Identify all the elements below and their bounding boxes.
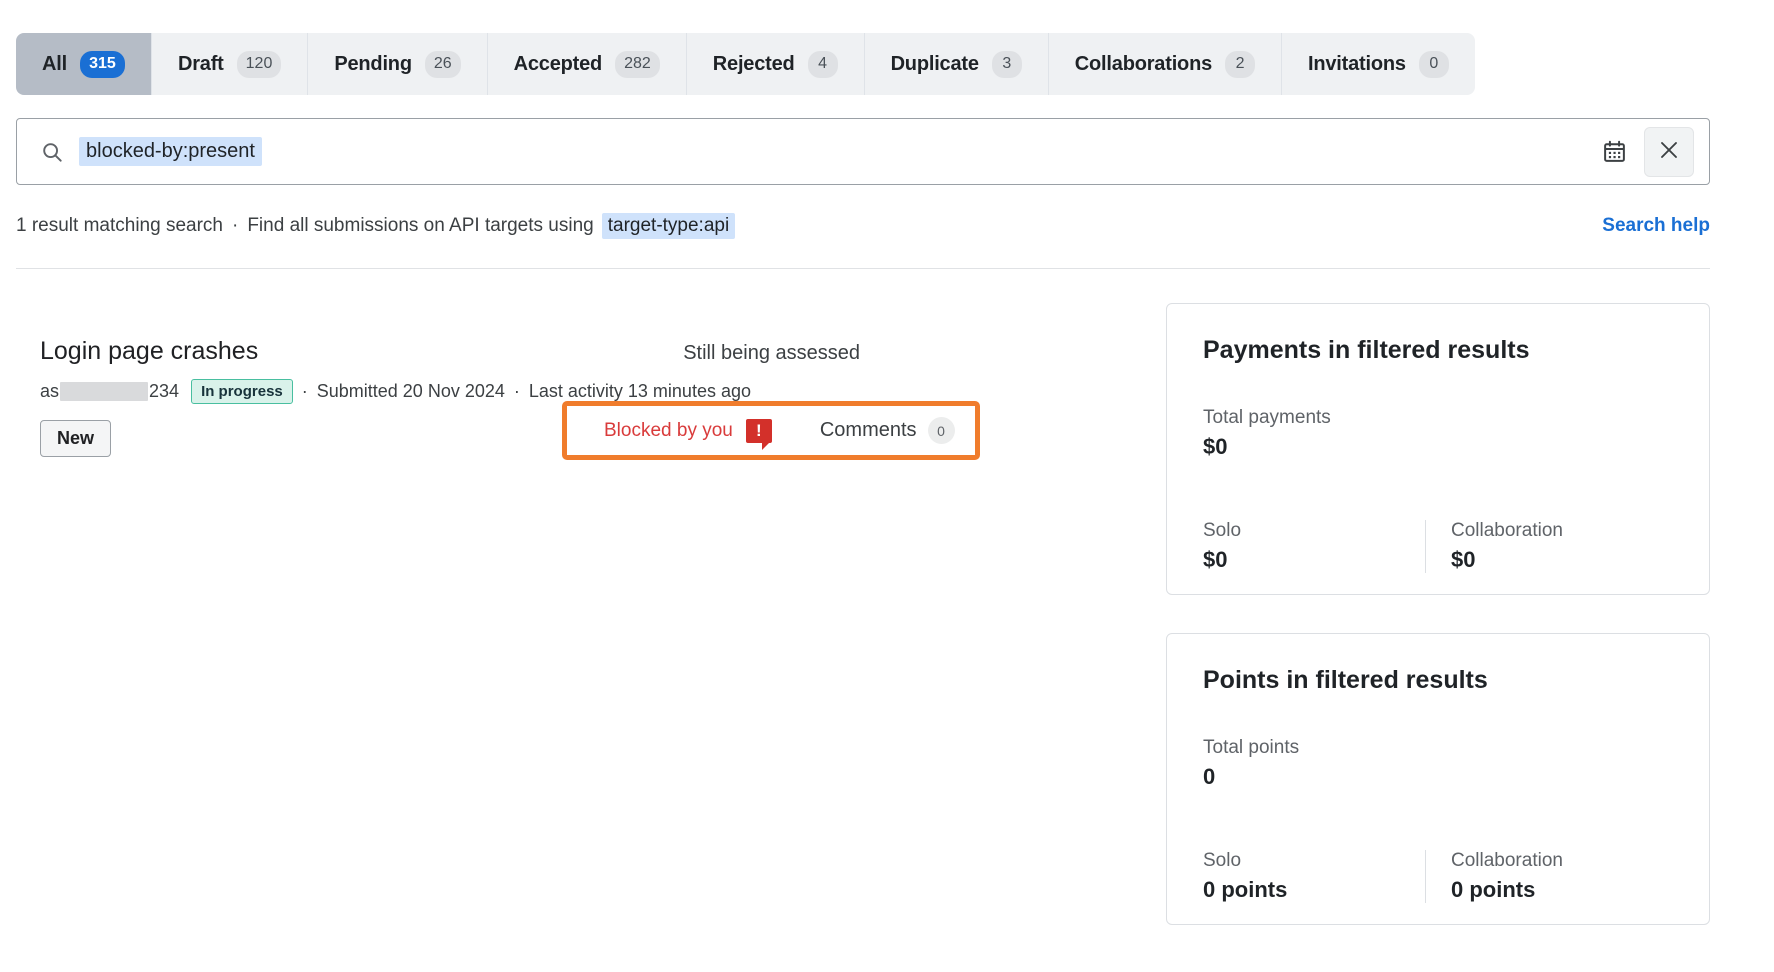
search-help-link[interactable]: Search help: [1602, 215, 1710, 237]
payments-split: Solo $0 Collaboration $0: [1203, 520, 1673, 573]
tab-duplicate-count: 3: [991, 50, 1022, 78]
tab-all[interactable]: All 315: [16, 33, 152, 95]
tab-collaborations-count: 2: [1225, 50, 1256, 78]
last-activity: Last activity 13 minutes ago: [528, 381, 751, 401]
status-badge: In progress: [191, 379, 293, 404]
payments-solo-value: $0: [1203, 547, 1228, 572]
submissions-page: All 315 Draft 120 Pending 26 Accepted 28…: [0, 0, 1774, 972]
calendar-icon[interactable]: [1594, 132, 1634, 172]
points-total-label: Total points: [1203, 737, 1300, 758]
blocked-highlight-box: Blocked by you ! Comments 0: [562, 401, 980, 460]
submission-handle-suffix: 234: [149, 381, 180, 401]
payments-total-block: Total payments $0: [1203, 407, 1673, 460]
redacted-handle: [60, 382, 149, 401]
tab-accepted[interactable]: Accepted 282: [487, 33, 687, 95]
clear-search-button[interactable]: [1644, 126, 1694, 177]
alert-bubble-icon: !: [745, 418, 772, 450]
payments-collab-block: Collaboration $0: [1425, 520, 1673, 573]
tab-invitations-label: Invitations: [1308, 52, 1406, 75]
search-hint-text: Find all submissions on API targets usin…: [247, 215, 594, 236]
payments-collab-label: Collaboration: [1451, 520, 1563, 541]
tab-draft-count: 120: [236, 50, 282, 78]
points-collab-value: 0 points: [1451, 877, 1536, 902]
exclamation-glyph: !: [756, 421, 762, 440]
points-card-title: Points in filtered results: [1203, 666, 1488, 694]
tab-rejected[interactable]: Rejected 4: [686, 33, 865, 95]
tab-pending-count: 26: [424, 50, 461, 78]
payments-solo-block: Solo $0: [1203, 520, 1425, 573]
search-bar[interactable]: blocked-by:present: [16, 118, 1710, 185]
result-count-text: 1 result matching search: [16, 215, 223, 236]
payments-card-title: Payments in filtered results: [1203, 336, 1530, 364]
tab-all-label: All: [42, 52, 67, 75]
search-hint-token[interactable]: target-type:api: [601, 213, 736, 239]
tab-collaborations-label: Collaborations: [1074, 52, 1213, 75]
payments-total-value: $0: [1203, 434, 1228, 459]
blocked-by-you-indicator[interactable]: Blocked by you !: [604, 418, 772, 450]
tab-pending-label: Pending: [334, 52, 412, 75]
submitted-date: Submitted 20 Nov 2024: [316, 381, 505, 401]
tab-duplicate[interactable]: Duplicate 3: [864, 33, 1049, 95]
points-solo-block: Solo 0 points: [1203, 850, 1425, 903]
tab-accepted-count: 282: [615, 50, 660, 78]
points-total-block: Total points 0: [1203, 737, 1673, 790]
points-card: Points in filtered results Total points …: [1166, 633, 1710, 925]
payments-solo-label: Solo: [1203, 520, 1242, 541]
search-icon: [41, 141, 63, 163]
tab-collaborations[interactable]: Collaborations 2: [1048, 33, 1283, 95]
comments-count: 0: [927, 417, 955, 444]
meta-separator: ·: [232, 215, 239, 236]
points-collab-label: Collaboration: [1451, 850, 1563, 871]
results-meta-row: 1 result matching search · Find all subm…: [16, 213, 1710, 239]
tab-rejected-count: 4: [807, 50, 838, 78]
blocked-by-you-label: Blocked by you: [604, 419, 733, 441]
close-icon: [1657, 138, 1681, 165]
tab-pending[interactable]: Pending 26: [308, 33, 488, 95]
points-collab-block: Collaboration 0 points: [1425, 850, 1673, 903]
tab-all-count: 315: [79, 50, 125, 78]
tab-draft[interactable]: Draft 120: [151, 33, 309, 95]
content-divider: [16, 268, 1710, 269]
submission-assessment-state: Still being assessed: [683, 342, 860, 364]
tab-rejected-label: Rejected: [712, 52, 795, 75]
tab-duplicate-label: Duplicate: [890, 52, 979, 75]
search-query-token[interactable]: blocked-by:present: [79, 137, 262, 166]
tab-invitations[interactable]: Invitations 0: [1282, 33, 1475, 95]
meta-dot-1: ·: [301, 381, 308, 401]
status-tab-bar: All 315 Draft 120 Pending 26 Accepted 28…: [16, 33, 1475, 95]
new-button[interactable]: New: [40, 420, 112, 457]
comments-label: Comments: [819, 419, 917, 441]
points-total-value: 0: [1203, 764, 1216, 789]
points-solo-label: Solo: [1203, 850, 1242, 871]
submission-title[interactable]: Login page crashes: [40, 337, 258, 366]
meta-dot-2: ·: [513, 381, 520, 401]
payments-total-label: Total payments: [1203, 407, 1331, 428]
comments-indicator[interactable]: Comments 0: [820, 417, 955, 444]
payments-card: Payments in filtered results Total payme…: [1166, 303, 1710, 595]
points-solo-value: 0 points: [1203, 877, 1288, 902]
tab-invitations-count: 0: [1418, 50, 1449, 78]
tab-draft-label: Draft: [177, 52, 224, 75]
submission-headline: Login page crashes Still being assessed: [40, 337, 1130, 366]
submission-handle-prefix: as: [40, 381, 60, 401]
points-split: Solo 0 points Collaboration 0 points: [1203, 850, 1673, 903]
payments-collab-value: $0: [1451, 547, 1476, 572]
tab-accepted-label: Accepted: [513, 52, 603, 75]
